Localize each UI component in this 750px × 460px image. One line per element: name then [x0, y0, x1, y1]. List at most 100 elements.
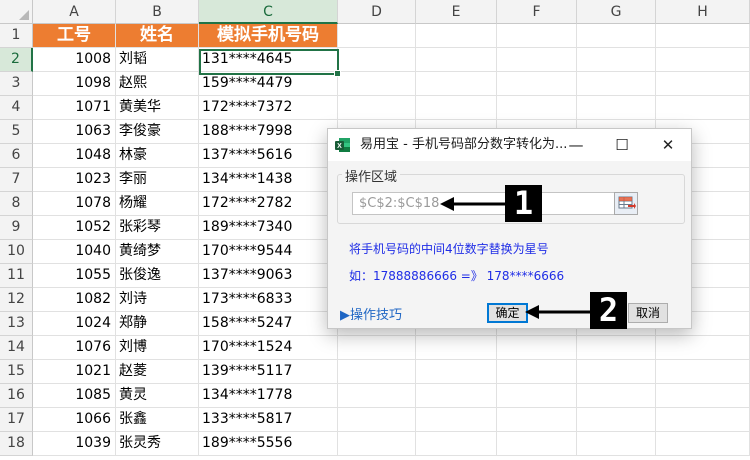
empty-cell[interactable] — [497, 384, 577, 408]
cell-id[interactable]: 1071 — [33, 96, 116, 120]
cell-name[interactable]: 刘韬 — [116, 48, 199, 72]
cell-name[interactable]: 刘诗 — [116, 288, 199, 312]
column-header-h[interactable]: H — [656, 0, 750, 24]
empty-cell[interactable] — [577, 72, 656, 96]
cell-phone[interactable]: 172****7372 — [199, 96, 338, 120]
cell-name[interactable]: 郑静 — [116, 312, 199, 336]
row-header[interactable]: 6 — [0, 144, 33, 168]
maximize-button[interactable]: ☐ — [599, 129, 645, 161]
cell-phone[interactable]: 188****7998 — [199, 120, 338, 144]
cell-id[interactable]: 1023 — [33, 168, 116, 192]
cell-id[interactable]: 1048 — [33, 144, 116, 168]
cell-phone[interactable]: 134****1778 — [199, 384, 338, 408]
cell-id[interactable]: 1055 — [33, 264, 116, 288]
cell-name[interactable]: 张彩琴 — [116, 216, 199, 240]
cell-phone[interactable]: 158****5247 — [199, 312, 338, 336]
cell-id[interactable]: 1008 — [33, 48, 116, 72]
empty-cell[interactable] — [497, 24, 577, 48]
empty-cell[interactable] — [338, 432, 416, 456]
cell-name[interactable]: 刘博 — [116, 336, 199, 360]
empty-cell[interactable] — [656, 432, 750, 456]
empty-cell[interactable] — [416, 48, 497, 72]
cell-id[interactable]: 1066 — [33, 408, 116, 432]
empty-cell[interactable] — [577, 432, 656, 456]
row-header[interactable]: 14 — [0, 336, 33, 360]
empty-cell[interactable] — [656, 96, 750, 120]
empty-cell[interactable] — [338, 72, 416, 96]
column-header-c[interactable]: C — [199, 0, 338, 24]
empty-cell[interactable] — [656, 384, 750, 408]
cell-phone[interactable]: 137****9063 — [199, 264, 338, 288]
cell-id[interactable]: 1063 — [33, 120, 116, 144]
empty-cell[interactable] — [656, 24, 750, 48]
empty-cell[interactable] — [497, 48, 577, 72]
empty-cell[interactable] — [577, 336, 656, 360]
empty-cell[interactable] — [416, 408, 497, 432]
cell-phone[interactable]: 133****5817 — [199, 408, 338, 432]
cell-id[interactable]: 1085 — [33, 384, 116, 408]
cell-phone[interactable]: 137****5616 — [199, 144, 338, 168]
empty-cell[interactable] — [416, 336, 497, 360]
empty-cell[interactable] — [416, 432, 497, 456]
empty-cell[interactable] — [338, 24, 416, 48]
range-select-icon[interactable] — [614, 192, 638, 215]
empty-cell[interactable] — [656, 48, 750, 72]
cell-name[interactable]: 林豪 — [116, 144, 199, 168]
close-button[interactable]: ✕ — [645, 129, 691, 161]
empty-cell[interactable] — [577, 24, 656, 48]
cell-phone[interactable]: 139****5117 — [199, 360, 338, 384]
empty-cell[interactable] — [416, 384, 497, 408]
cell-name[interactable]: 张灵秀 — [116, 432, 199, 456]
row-header[interactable]: 2 — [0, 48, 33, 72]
cell-name[interactable]: 赵熙 — [116, 72, 199, 96]
empty-cell[interactable] — [338, 336, 416, 360]
cell-name[interactable]: 黄美华 — [116, 96, 199, 120]
cell-id[interactable]: 1024 — [33, 312, 116, 336]
cell-phone[interactable]: 134****1438 — [199, 168, 338, 192]
ok-button[interactable]: 确定 — [487, 303, 528, 323]
cell-phone[interactable]: 170****9544 — [199, 240, 338, 264]
column-header-f[interactable]: F — [497, 0, 577, 24]
cell-id[interactable]: 1078 — [33, 192, 116, 216]
dialog-titlebar[interactable]: X 易用宝 - 手机号码部分数字转化为... — ☐ ✕ — [328, 129, 691, 161]
row-header[interactable]: 10 — [0, 240, 33, 264]
empty-cell[interactable] — [338, 408, 416, 432]
empty-cell[interactable] — [497, 96, 577, 120]
cell-phone[interactable]: 189****7340 — [199, 216, 338, 240]
empty-cell[interactable] — [577, 360, 656, 384]
minimize-button[interactable]: — — [553, 129, 599, 161]
empty-cell[interactable] — [656, 72, 750, 96]
empty-cell[interactable] — [577, 408, 656, 432]
row-header[interactable]: 16 — [0, 384, 33, 408]
empty-cell[interactable] — [656, 360, 750, 384]
cell-name[interactable]: 李俊豪 — [116, 120, 199, 144]
cell-phone[interactable]: 172****2782 — [199, 192, 338, 216]
cell-id[interactable]: 1021 — [33, 360, 116, 384]
cell-phone[interactable]: 189****5556 — [199, 432, 338, 456]
cell-name[interactable]: 杨耀 — [116, 192, 199, 216]
cell-name[interactable]: 黄灵 — [116, 384, 199, 408]
empty-cell[interactable] — [497, 432, 577, 456]
empty-cell[interactable] — [577, 96, 656, 120]
empty-cell[interactable] — [416, 96, 497, 120]
cell-name[interactable]: 张鑫 — [116, 408, 199, 432]
row-header[interactable]: 11 — [0, 264, 33, 288]
empty-cell[interactable] — [416, 360, 497, 384]
column-header-e[interactable]: E — [416, 0, 497, 24]
row-header[interactable]: 5 — [0, 120, 33, 144]
column-header-g[interactable]: G — [577, 0, 656, 24]
empty-cell[interactable] — [338, 96, 416, 120]
row-header[interactable]: 9 — [0, 216, 33, 240]
empty-cell[interactable] — [338, 48, 416, 72]
empty-cell[interactable] — [338, 384, 416, 408]
cell-id[interactable]: 1040 — [33, 240, 116, 264]
cell-name[interactable]: 李丽 — [116, 168, 199, 192]
cell-id[interactable]: 1052 — [33, 216, 116, 240]
row-header[interactable]: 15 — [0, 360, 33, 384]
select-all-corner[interactable] — [0, 0, 33, 24]
cell-id[interactable]: 1098 — [33, 72, 116, 96]
row-header[interactable]: 3 — [0, 72, 33, 96]
fill-handle[interactable] — [334, 70, 341, 77]
cell-name[interactable]: 赵菱 — [116, 360, 199, 384]
header-cell-name[interactable]: 姓名 — [116, 24, 199, 48]
